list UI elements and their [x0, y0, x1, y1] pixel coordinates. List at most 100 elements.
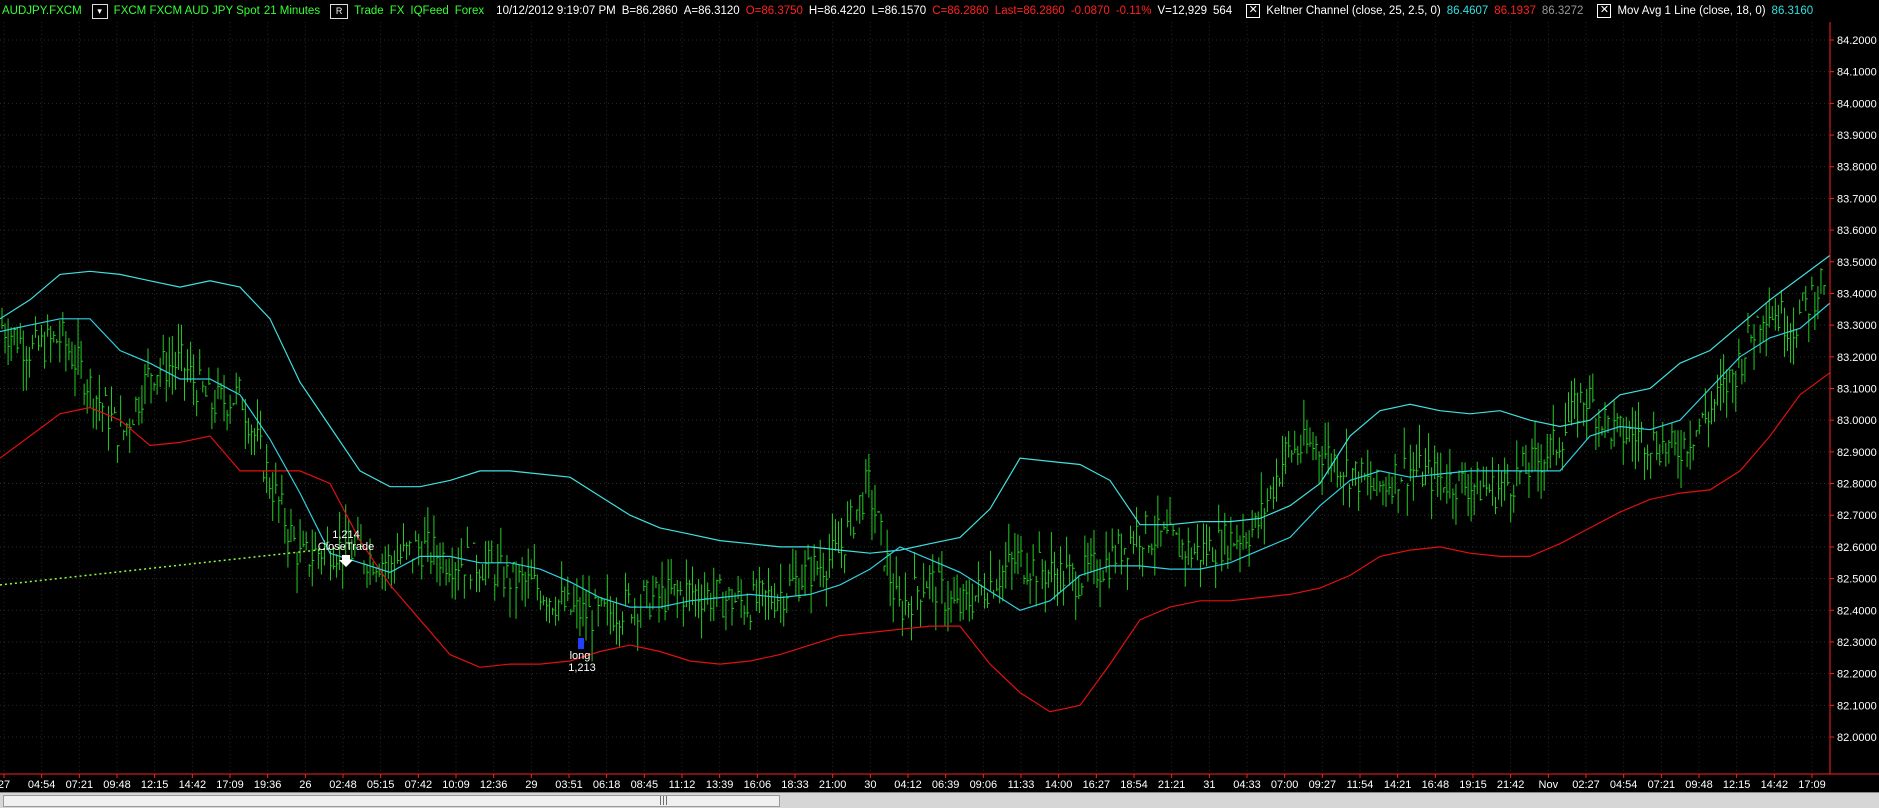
time-tick-label: 31 [1203, 779, 1215, 791]
keltner-close-icon[interactable]: ✕ [1246, 4, 1261, 18]
price-tick-label: 83.2000 [1837, 352, 1877, 364]
volume-label: V=12,929 [1157, 5, 1207, 17]
time-tick-label: 04:12 [894, 779, 922, 791]
price-tick-label: 82.4000 [1837, 605, 1877, 617]
time-tick-label: 08:45 [631, 779, 659, 791]
scroll-thumb[interactable]: ||| [3, 795, 780, 807]
time-tick-label: 07:42 [405, 779, 433, 791]
price-tick-label: 82.3000 [1837, 637, 1877, 649]
time-tick-label: 09:48 [1685, 779, 1713, 791]
time-tick-label: 29 [525, 779, 537, 791]
time-tick-label: 12:15 [1723, 779, 1751, 791]
price-tick-label: 82.1000 [1837, 700, 1877, 712]
last-label: Last=86.2860 [994, 5, 1065, 17]
time-tick-label: 09:48 [103, 779, 131, 791]
feed-label: IQFeed [410, 5, 449, 17]
trade-markers[interactable]: 1,214CloseTrade long1,213 [0, 529, 596, 674]
mavg-value: 86.3160 [1771, 5, 1814, 17]
long-entry-qty: 1,213 [568, 662, 596, 674]
time-tick-label: 21:00 [819, 779, 847, 791]
mavg-label[interactable]: Mov Avg 1 Line (close, 18, 0) [1617, 5, 1765, 17]
trade-connector-line [0, 546, 347, 586]
time-tick-label: 04:33 [1233, 779, 1261, 791]
indicator-lines [0, 254, 1831, 713]
change-label: -0.0870 [1070, 5, 1110, 17]
time-tick-label: 07:21 [1648, 779, 1676, 791]
bid-label: B=86.2860 [621, 5, 678, 17]
price-tick-label: 83.8000 [1837, 162, 1877, 174]
price-axis[interactable]: 84.2000 84.1000 84.0000 83.9000 83.8000 83.70… [1829, 22, 1877, 774]
time-tick-label: 09:27 [1309, 779, 1337, 791]
interval-label[interactable]: 21 Minutes [264, 5, 320, 17]
datetime-label: 10/12/2012 9:19:07 PM [496, 5, 616, 17]
time-tick-label: 18:54 [1120, 779, 1148, 791]
time-tick-label: 14:00 [1045, 779, 1073, 791]
price-tick-label: 82.2000 [1837, 669, 1877, 681]
time-tick-label: 16:06 [744, 779, 772, 791]
dropdown-icon[interactable]: ▾ [91, 3, 108, 19]
time-tick-label: 07:00 [1271, 779, 1299, 791]
price-tick-label: 83.7000 [1837, 193, 1877, 205]
time-tick-label: 30 [864, 779, 876, 791]
time-tick-label: 06:18 [593, 779, 621, 791]
time-tick-label: 10:09 [442, 779, 470, 791]
time-tick-label: 16:48 [1422, 779, 1450, 791]
time-tick-label: 02:48 [329, 779, 357, 791]
price-tick-label: 83.6000 [1837, 225, 1877, 237]
time-tick-label: 06:39 [932, 779, 960, 791]
time-tick-label: 14:42 [179, 779, 207, 791]
price-tick-label: 84.1000 [1837, 67, 1877, 79]
time-tick-label: 26 [299, 779, 311, 791]
time-tick-label: 09:06 [970, 779, 998, 791]
close-trade-label: CloseTrade [318, 541, 374, 553]
time-tick-label: 11:33 [1008, 779, 1035, 791]
keltner-lower-line [0, 372, 1831, 713]
time-tick-label: 18:33 [781, 779, 809, 791]
close-trade-marker[interactable]: 1,214CloseTrade [318, 529, 374, 567]
time-tick-label: 04:54 [1610, 779, 1638, 791]
time-tick-label: 27 [0, 779, 10, 791]
time-tick-label: 13:39 [706, 779, 734, 791]
keltner-mid-value: 86.3272 [1541, 5, 1584, 17]
time-tick-label: 12:15 [141, 779, 169, 791]
symbol-label[interactable]: AUDJPY.FXCM [2, 5, 82, 17]
time-tick-label: 11:12 [669, 779, 696, 791]
time-tick-label: 12:36 [480, 779, 508, 791]
time-tick-label: Nov [1539, 779, 1559, 791]
price-tick-label: 83.1000 [1837, 384, 1877, 396]
price-tick-label: 82.6000 [1837, 542, 1877, 554]
time-tick-label: 17:09 [216, 779, 244, 791]
ticks-label: 564 [1213, 5, 1233, 17]
price-tick-label: 83.5000 [1837, 257, 1877, 269]
price-tick-label: 83.4000 [1837, 288, 1877, 300]
ask-label: A=86.3120 [683, 5, 740, 17]
price-tick-label: 82.8000 [1837, 479, 1877, 491]
long-entry-label: long [570, 650, 591, 662]
grip-icon: ||| [659, 796, 669, 806]
keltner-upper-line [0, 254, 1831, 554]
price-tick-label: 82.9000 [1837, 447, 1877, 459]
price-tick-label: 83.3000 [1837, 320, 1877, 332]
chart-grid [0, 22, 1830, 774]
time-tick-label: 21:21 [1158, 779, 1186, 791]
price-tick-label: 83.0000 [1837, 415, 1877, 427]
price-tick-label: 83.9000 [1837, 130, 1877, 142]
long-entry-icon [578, 638, 584, 649]
r-button[interactable]: R [330, 3, 349, 19]
horizontal-scrollbar[interactable]: ||| [0, 792, 1879, 808]
time-tick-label: 19:15 [1459, 779, 1487, 791]
price-tick-label: 84.2000 [1837, 35, 1877, 47]
price-chart[interactable]: 1,214CloseTrade long1,213 84.2000 84.1000 8… [0, 22, 1879, 792]
low-label: L=86.1570 [871, 5, 927, 17]
price-tick-label: 82.5000 [1837, 574, 1877, 586]
time-tick-label: 05:15 [367, 779, 395, 791]
price-tick-label: 82.0000 [1837, 732, 1877, 744]
time-axis[interactable]: 27 04:54 07:21 09:48 12:15 14:42 17:09 19:36 26 0… [0, 773, 1879, 791]
mavg-close-icon[interactable]: ✕ [1597, 4, 1612, 18]
keltner-label[interactable]: Keltner Channel (close, 25, 2.5, 0) [1266, 5, 1441, 17]
keltner-upper-value: 86.4607 [1446, 5, 1489, 17]
time-tick-label: 07:21 [66, 779, 94, 791]
chart-header: AUDJPY.FXCM ▾ FXCM FXCM AUD JPY Spot 21 … [0, 0, 1879, 22]
keltner-lower-value: 86.1937 [1494, 5, 1536, 17]
close-label: C=86.2860 [932, 5, 989, 17]
